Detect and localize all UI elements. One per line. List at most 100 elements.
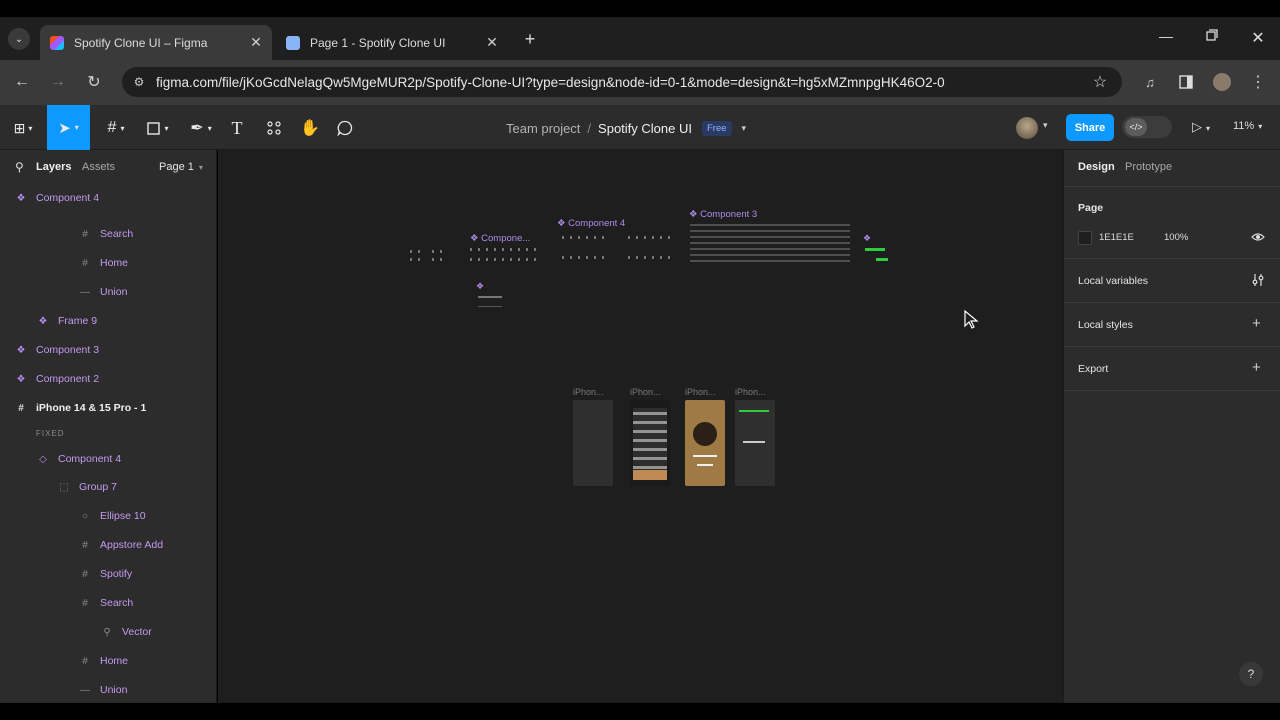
- local-variables-heading[interactable]: Local variables: [1078, 275, 1148, 287]
- forward-arrow-icon[interactable]: →: [47, 71, 69, 93]
- text-tool-icon[interactable]: T: [226, 110, 248, 146]
- add-export-plus-icon[interactable]: +: [1252, 359, 1261, 376]
- browser-menu-icon[interactable]: ⋮: [1247, 71, 1269, 93]
- move-tool-button[interactable]: ➤ ▾: [47, 105, 90, 150]
- layer-item[interactable]: ⬚ Group 7: [59, 478, 117, 496]
- user-avatar[interactable]: [1016, 117, 1038, 139]
- media-controls-icon[interactable]: ♫: [1139, 71, 1161, 93]
- figma-main-menu-icon[interactable]: ⊞ ▾: [8, 110, 38, 146]
- layer-label: Group 7: [79, 481, 117, 493]
- help-button[interactable]: ?: [1239, 662, 1263, 686]
- iphone-frame-3[interactable]: [685, 400, 725, 486]
- page-opacity[interactable]: 100%: [1164, 232, 1188, 243]
- layer-item[interactable]: # Search: [80, 594, 133, 612]
- site-info-icon[interactable]: ⚙: [122, 75, 156, 89]
- present-play-icon[interactable]: ▷ ▾: [1192, 119, 1210, 135]
- browser-tab-figma[interactable]: Spotify Clone UI – Figma ✕: [40, 25, 272, 60]
- tab-search-button[interactable]: ⌄: [8, 28, 30, 50]
- share-button[interactable]: Share: [1066, 114, 1114, 141]
- layer-item[interactable]: # Home: [80, 254, 128, 272]
- screen-top-edge: [0, 0, 1280, 17]
- component-icon[interactable]: ❖: [863, 233, 871, 244]
- frame-tool-icon[interactable]: # ▾: [100, 110, 132, 146]
- component-frame-label[interactable]: ❖ Component 4: [557, 218, 625, 229]
- breadcrumb-project[interactable]: Team project: [506, 121, 580, 136]
- pen-tool-icon[interactable]: ✒ ▾: [185, 110, 217, 146]
- page-selector[interactable]: Page 1 ▾: [159, 161, 203, 173]
- layer-item[interactable]: — Union: [80, 283, 127, 301]
- tab-design[interactable]: Design: [1078, 161, 1115, 173]
- iphone-frame-label[interactable]: iPhon...: [630, 387, 661, 397]
- iphone-frame-label[interactable]: iPhon...: [685, 387, 716, 397]
- layer-item[interactable]: # Appstore Add: [80, 536, 163, 554]
- page-color-hex[interactable]: 1E1E1E: [1099, 232, 1134, 243]
- layer-item[interactable]: ◇ Component 4: [38, 450, 121, 468]
- tab-prototype[interactable]: Prototype: [1125, 161, 1172, 173]
- layer-label: Component 3: [36, 344, 100, 356]
- panel-divider: [1064, 186, 1280, 187]
- layer-item[interactable]: ❖ Component 2: [16, 370, 100, 388]
- code-icon: </>: [1125, 118, 1147, 136]
- page-color-swatch[interactable]: [1078, 231, 1092, 245]
- new-tab-icon[interactable]: +: [520, 29, 540, 49]
- layer-label: Spotify: [100, 568, 133, 580]
- close-tab-icon[interactable]: ✕: [246, 34, 266, 51]
- close-tab-icon[interactable]: ✕: [482, 34, 502, 51]
- component-thumbnail: [562, 256, 610, 259]
- zoom-level[interactable]: 11% ▾: [1233, 120, 1262, 132]
- reload-icon[interactable]: ↻: [83, 71, 105, 93]
- component-icon[interactable]: ❖: [476, 281, 484, 292]
- page-favicon-icon: [286, 35, 300, 50]
- tab-assets[interactable]: Assets: [82, 161, 115, 173]
- eye-icon[interactable]: [1251, 230, 1265, 248]
- frame-icon: #: [82, 257, 88, 269]
- layer-item[interactable]: ❖ Component 4: [16, 189, 100, 207]
- shape-tool-icon[interactable]: ▾: [142, 110, 174, 146]
- address-bar[interactable]: ⚙ figma.com/file/jKoGcdNelagQw5MgeMUR2p/…: [122, 67, 1122, 97]
- layer-item[interactable]: # Home: [80, 652, 128, 670]
- comment-tool-icon[interactable]: [334, 110, 356, 146]
- iphone-frame-label[interactable]: iPhon...: [735, 387, 766, 397]
- layer-label: Component 4: [58, 453, 122, 465]
- dev-mode-toggle[interactable]: </>: [1122, 116, 1172, 138]
- profile-avatar[interactable]: [1211, 71, 1233, 93]
- chevron-down-icon[interactable]: ▾: [742, 123, 747, 134]
- restore-icon[interactable]: [1202, 28, 1222, 48]
- iphone-frame-2[interactable]: [630, 400, 670, 486]
- layer-item[interactable]: # Spotify: [80, 565, 132, 583]
- layer-item[interactable]: ❖ Component 3: [16, 341, 100, 359]
- layer-item[interactable]: ○ Ellipse 10: [80, 507, 146, 525]
- layer-label: Union: [100, 286, 128, 298]
- layers-search-icon[interactable]: ⚲: [15, 160, 24, 174]
- bookmark-star-icon[interactable]: ☆: [1078, 72, 1122, 92]
- tab-title: Page 1 - Spotify Clone UI: [310, 35, 446, 50]
- layer-item[interactable]: # Search: [80, 225, 133, 243]
- iphone-frame-4[interactable]: [735, 400, 775, 486]
- iphone-frame-1[interactable]: [573, 400, 613, 486]
- component-frame-label[interactable]: ❖ Compone...: [470, 233, 530, 244]
- close-window-icon[interactable]: ✕: [1248, 28, 1268, 48]
- back-arrow-icon[interactable]: ←: [11, 71, 33, 93]
- variables-settings-icon[interactable]: [1251, 273, 1265, 292]
- tab-layers[interactable]: Layers: [36, 161, 71, 173]
- hand-tool-icon[interactable]: ✋: [299, 110, 321, 146]
- component-thumbnail: [478, 306, 502, 307]
- browser-tab-page1[interactable]: Page 1 - Spotify Clone UI ✕: [276, 25, 508, 60]
- layer-item[interactable]: # iPhone 14 & 15 Pro - 1: [16, 399, 146, 417]
- layer-item[interactable]: — Union: [80, 681, 127, 699]
- side-panel-icon[interactable]: [1175, 71, 1197, 93]
- add-style-plus-icon[interactable]: +: [1252, 315, 1261, 332]
- component-thumbnail: [470, 258, 542, 261]
- layer-label: Home: [100, 655, 129, 667]
- iphone-frame-label[interactable]: iPhon...: [573, 387, 604, 397]
- file-name[interactable]: Spotify Clone UI: [598, 121, 692, 136]
- component-icon: ❖: [470, 233, 482, 244]
- layer-label: Component 4: [36, 192, 100, 204]
- resources-tool-icon[interactable]: [263, 110, 285, 146]
- minimize-icon[interactable]: —: [1156, 28, 1176, 48]
- layer-item[interactable]: ❖ Frame 9: [38, 312, 98, 330]
- breadcrumb-separator: /: [587, 120, 592, 136]
- component-frame-label[interactable]: ❖ Component 3: [689, 209, 757, 220]
- layer-item[interactable]: ⚲ Vector: [102, 623, 151, 641]
- chevron-down-icon[interactable]: ▾: [1043, 120, 1048, 131]
